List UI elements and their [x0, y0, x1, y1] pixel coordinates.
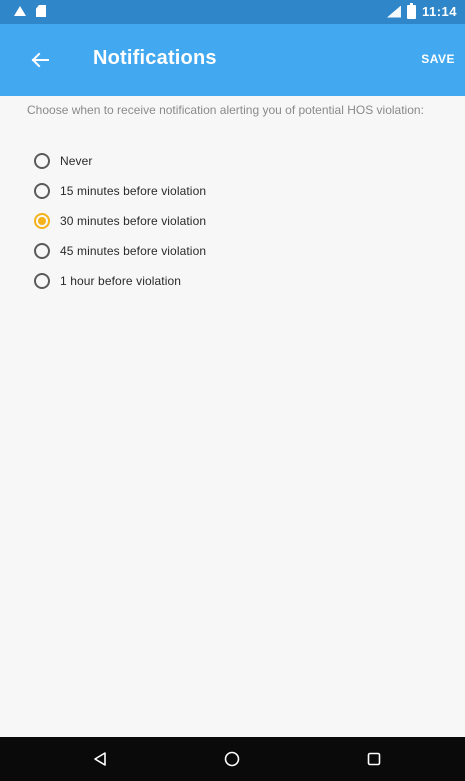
option-15-minutes[interactable]: 15 minutes before violation [34, 176, 454, 206]
warning-icon [14, 6, 26, 16]
radio-45-minutes[interactable] [34, 243, 50, 259]
option-label: 30 minutes before violation [60, 214, 207, 228]
option-45-minutes[interactable]: 45 minutes before violation [34, 236, 454, 266]
signal-icon [386, 5, 401, 18]
back-arrow-icon [31, 52, 49, 68]
option-1-hour[interactable]: 1 hour before violation [34, 266, 454, 296]
nav-recents-button[interactable] [364, 749, 384, 769]
notification-prompt: Choose when to receive notification aler… [27, 103, 424, 117]
nav-home-button[interactable] [222, 749, 242, 769]
option-label: 1 hour before violation [60, 274, 182, 288]
status-bar-left [14, 5, 46, 17]
radio-30-minutes[interactable] [34, 213, 50, 229]
nav-back-button[interactable] [90, 749, 110, 769]
nav-recents-icon [367, 752, 381, 766]
nav-home-icon [224, 751, 240, 767]
status-bar: 11:14 [0, 0, 465, 24]
option-label: 15 minutes before violation [60, 184, 207, 198]
notification-options: Never 15 minutes before violation 30 min… [34, 146, 454, 296]
radio-15-minutes[interactable] [34, 183, 50, 199]
radio-never[interactable] [34, 153, 50, 169]
status-time: 11:14 [421, 4, 457, 19]
system-nav-bar [0, 737, 465, 781]
option-30-minutes[interactable]: 30 minutes before violation [34, 206, 454, 236]
sd-card-icon [36, 5, 46, 17]
notifications-screen: 11:14 Notifications SAVE Choose when to … [0, 0, 465, 781]
option-label: Never [60, 154, 93, 168]
status-bar-right: 11:14 [386, 2, 457, 19]
battery-icon [406, 2, 416, 19]
save-button[interactable]: SAVE [421, 52, 455, 66]
radio-1-hour[interactable] [34, 273, 50, 289]
option-label: 45 minutes before violation [60, 244, 207, 258]
nav-back-icon [94, 752, 106, 766]
back-button[interactable] [24, 46, 56, 74]
page-title: Notifications [93, 47, 217, 69]
app-bar: Notifications SAVE [0, 24, 465, 96]
option-never[interactable]: Never [34, 146, 454, 176]
